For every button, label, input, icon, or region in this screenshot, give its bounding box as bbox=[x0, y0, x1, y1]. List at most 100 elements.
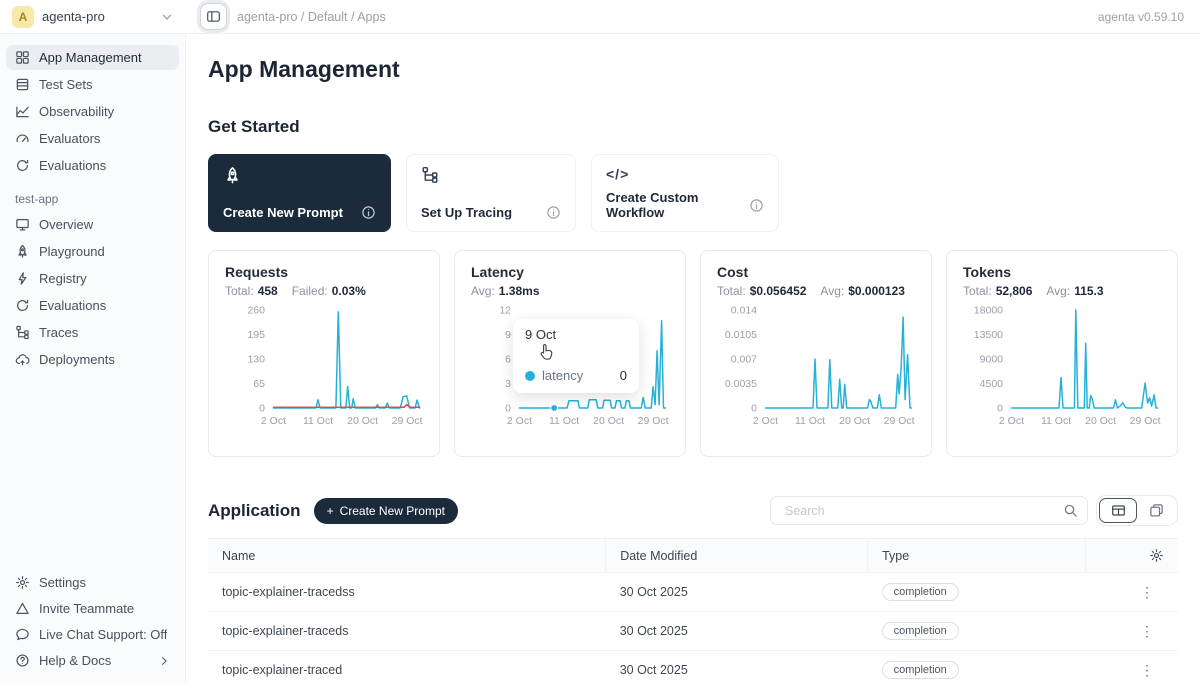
sidebar-item-app-management[interactable]: App Management bbox=[6, 45, 179, 70]
workspace-switcher[interactable]: A agenta-pro bbox=[0, 6, 186, 28]
card-label: Create Custom Workflow bbox=[606, 190, 749, 220]
column-header-name[interactable]: Name bbox=[208, 539, 606, 573]
rocket-icon bbox=[223, 166, 376, 185]
workspace-avatar: A bbox=[12, 6, 34, 28]
sidebar-item-evaluations[interactable]: Evaluations bbox=[6, 153, 179, 178]
info-icon[interactable] bbox=[361, 205, 376, 220]
sidebar-item-label: Evaluators bbox=[39, 131, 100, 146]
view-toggle bbox=[1096, 495, 1178, 526]
sidebar-item-label: Deployments bbox=[39, 352, 115, 367]
sidebar-item-test-sets[interactable]: Test Sets bbox=[6, 72, 179, 97]
info-icon[interactable] bbox=[546, 205, 561, 220]
sidebar-item-evaluations-app[interactable]: Evaluations bbox=[6, 293, 179, 318]
card-view-button[interactable] bbox=[1137, 498, 1175, 523]
column-header-date-modified[interactable]: Date Modified bbox=[606, 539, 868, 573]
create-custom-workflow-card[interactable]: </> Create Custom Workflow bbox=[591, 154, 779, 232]
table-row[interactable]: topic-explainer-traceds 30 Oct 2025 comp… bbox=[208, 612, 1178, 651]
chart-stats: Avg:1.38ms bbox=[471, 284, 669, 298]
sidebar-item-registry[interactable]: Registry bbox=[6, 266, 179, 291]
chart-card-latency: LatencyAvg:1.38ms 9 Oct latency 0 129630… bbox=[454, 250, 686, 457]
row-menu-button[interactable]: ⋮ bbox=[1140, 662, 1164, 678]
svg-text:2 Oct: 2 Oct bbox=[261, 415, 286, 427]
search-box[interactable] bbox=[770, 496, 1088, 525]
svg-text:9000: 9000 bbox=[980, 354, 1004, 366]
cursor-hand-icon bbox=[539, 343, 556, 360]
chart-title: Cost bbox=[717, 264, 915, 280]
app-name[interactable]: topic-explainer-traced bbox=[208, 651, 606, 684]
sidebar: App Management Test Sets Observability E… bbox=[0, 34, 186, 684]
sidebar-item-label: Observability bbox=[39, 104, 114, 119]
chat-bubble-icon bbox=[15, 627, 30, 642]
sidebar-item-settings[interactable]: Settings bbox=[6, 570, 179, 595]
app-version: agenta v0.59.10 bbox=[1098, 10, 1184, 24]
table-row[interactable]: topic-explainer-tracedss 30 Oct 2025 com… bbox=[208, 573, 1178, 612]
app-name[interactable]: topic-explainer-tracedss bbox=[208, 573, 606, 612]
sidebar-item-traces[interactable]: Traces bbox=[6, 320, 179, 345]
cloud-icon bbox=[15, 352, 30, 367]
sidebar-item-playground[interactable]: Playground bbox=[6, 239, 179, 264]
search-input[interactable] bbox=[783, 503, 1063, 519]
tree-icon bbox=[15, 325, 30, 340]
sidebar-item-label: Registry bbox=[39, 271, 87, 286]
info-icon[interactable] bbox=[749, 198, 764, 213]
svg-text:20 Oct: 20 Oct bbox=[347, 415, 378, 427]
chart-card-requests: RequestsTotal:458Failed:0.03%26019513065… bbox=[208, 250, 440, 457]
create-new-prompt-card[interactable]: Create New Prompt bbox=[208, 154, 391, 232]
svg-text:0: 0 bbox=[751, 403, 757, 415]
refresh-circle-icon bbox=[15, 298, 30, 313]
sidebar-item-evaluators[interactable]: Evaluators bbox=[6, 126, 179, 151]
column-settings-gear-icon[interactable] bbox=[1100, 548, 1164, 563]
svg-text:0: 0 bbox=[505, 403, 511, 415]
row-menu-button[interactable]: ⋮ bbox=[1140, 623, 1164, 639]
column-header-type[interactable]: Type bbox=[868, 539, 1086, 573]
sidebar-item-deployments[interactable]: Deployments bbox=[6, 347, 179, 372]
chart-line-icon bbox=[15, 104, 30, 119]
sidebar-item-overview[interactable]: Overview bbox=[6, 212, 179, 237]
sidebar-item-help-docs[interactable]: Help & Docs bbox=[6, 648, 179, 673]
stat-label: Total: bbox=[225, 284, 254, 298]
table-header-row: Name Date Modified Type bbox=[208, 539, 1178, 573]
breadcrumb[interactable]: agenta-pro / Default / Apps bbox=[237, 10, 386, 24]
svg-text:2 Oct: 2 Oct bbox=[999, 415, 1024, 427]
sidebar-item-observability[interactable]: Observability bbox=[6, 99, 179, 124]
type-badge: completion bbox=[882, 583, 959, 601]
search-icon bbox=[1063, 503, 1078, 518]
cost-chart: 0.0140.01050.0070.003502 Oct11 Oct20 Oct… bbox=[717, 302, 917, 434]
stat-label: Avg: bbox=[471, 284, 495, 298]
set-up-tracing-card[interactable]: Set Up Tracing bbox=[406, 154, 576, 232]
column-header-actions bbox=[1086, 539, 1178, 573]
sidebar-item-label: Evaluations bbox=[39, 298, 106, 313]
app-name[interactable]: topic-explainer-traceds bbox=[208, 612, 606, 651]
monitor-icon bbox=[15, 217, 30, 232]
help-circle-icon bbox=[15, 653, 30, 668]
create-new-prompt-button[interactable]: + Create New Prompt bbox=[314, 498, 458, 524]
sidebar-collapse-button[interactable] bbox=[200, 3, 227, 30]
table-view-icon bbox=[1111, 503, 1126, 518]
sidebar-item-invite-teammate[interactable]: Invite Teammate bbox=[6, 596, 179, 621]
gear-icon bbox=[15, 575, 30, 590]
rocket-icon bbox=[15, 244, 30, 259]
card-label: Set Up Tracing bbox=[421, 205, 512, 220]
chevron-down-icon bbox=[160, 10, 174, 24]
svg-text:11 Oct: 11 Oct bbox=[1041, 415, 1071, 427]
row-menu-button[interactable]: ⋮ bbox=[1140, 584, 1164, 600]
tooltip-series-name: latency bbox=[542, 368, 583, 383]
table-view-button[interactable] bbox=[1099, 498, 1137, 523]
svg-text:11 Oct: 11 Oct bbox=[303, 415, 333, 427]
application-header-row: Application + Create New Prompt bbox=[208, 495, 1178, 526]
sidebar-item-label: Traces bbox=[39, 325, 78, 340]
chart-title: Requests bbox=[225, 264, 423, 280]
sidebar-footer: Settings Invite Teammate Live Chat Suppo… bbox=[6, 569, 179, 674]
sidebar-item-label: Overview bbox=[39, 217, 93, 232]
app-date-modified: 30 Oct 2025 bbox=[606, 651, 868, 684]
sidebar-item-label: Playground bbox=[39, 244, 105, 259]
top-bar: A agenta-pro agenta-pro / Default / Apps… bbox=[0, 0, 1200, 34]
svg-text:29 Oct: 29 Oct bbox=[638, 415, 669, 427]
chart-tooltip: 9 Oct latency 0 bbox=[513, 319, 639, 393]
table-row[interactable]: topic-explainer-traced 30 Oct 2025 compl… bbox=[208, 651, 1178, 684]
tooltip-date: 9 Oct bbox=[525, 327, 627, 342]
svg-text:4500: 4500 bbox=[980, 378, 1004, 390]
sidebar-item-live-chat-support[interactable]: Live Chat Support: Off bbox=[6, 622, 179, 647]
svg-text:260: 260 bbox=[247, 305, 265, 317]
sidebar-item-label: Help & Docs bbox=[39, 653, 111, 668]
